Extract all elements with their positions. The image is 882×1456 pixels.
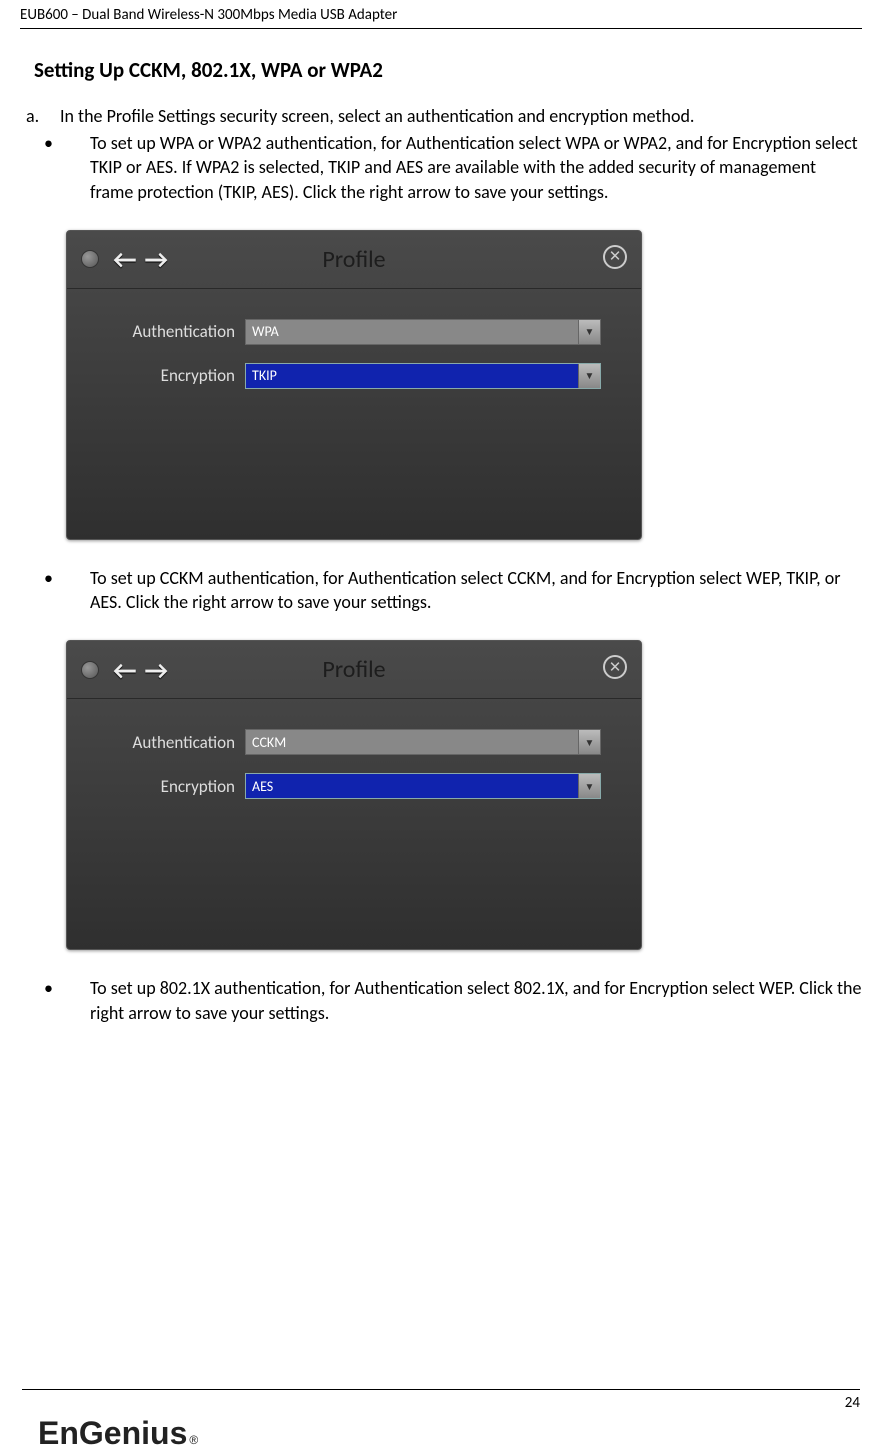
close-icon[interactable]: ✕ [603, 655, 627, 679]
form-area: Authentication CCKM ▼ Encryption AES ▼ [67, 699, 641, 799]
titlebar: ← → Profile ✕ [67, 231, 641, 289]
auth-dropdown[interactable]: CCKM ▼ [245, 729, 601, 755]
bullet-dot [44, 976, 90, 1025]
section-title: Setting Up CCKM, 802.1X, WPA or WPA2 [34, 57, 862, 83]
auth-label: Authentication [97, 321, 245, 342]
record-icon[interactable] [81, 250, 99, 268]
list-marker-a: a. [26, 105, 60, 127]
enc-dropdown[interactable]: TKIP ▼ [245, 363, 601, 389]
bullet-text: To set up 802.1X authentication, for Aut… [90, 976, 862, 1025]
auth-row: Authentication CCKM ▼ [97, 729, 601, 755]
engenius-logo: EnGenius® [38, 1415, 198, 1452]
content-area: a. In the Profile Settings security scre… [20, 105, 862, 1025]
enc-value: TKIP [252, 367, 277, 384]
list-item-a: a. In the Profile Settings security scre… [20, 105, 862, 127]
enc-dropdown[interactable]: AES ▼ [245, 773, 601, 799]
back-arrow-icon[interactable]: ← [113, 654, 137, 686]
bullet-wpa: To set up WPA or WPA2 authentication, fo… [20, 131, 862, 204]
enc-label: Encryption [97, 776, 245, 797]
forward-arrow-icon[interactable]: → [145, 654, 169, 686]
logo-part2: Genius [79, 1415, 187, 1452]
record-icon[interactable] [81, 661, 99, 679]
auth-dropdown[interactable]: WPA ▼ [245, 319, 601, 345]
enc-row: Encryption AES ▼ [97, 773, 601, 799]
close-icon[interactable]: ✕ [603, 245, 627, 269]
bullet-dot [44, 131, 90, 204]
logo-part1: En [38, 1415, 79, 1452]
auth-value: CCKM [252, 734, 286, 751]
titlebar: ← → Profile ✕ [67, 641, 641, 699]
bullet-cckm: To set up CCKM authentication, for Authe… [20, 566, 862, 615]
document-header: EUB600 – Dual Band Wireless-N 300Mbps Me… [20, 0, 862, 29]
profile-screenshot-cckm: ← → Profile ✕ Authentication CCKM ▼ Encr… [66, 640, 642, 950]
enc-row: Encryption TKIP ▼ [97, 363, 601, 389]
form-area: Authentication WPA ▼ Encryption TKIP ▼ [67, 289, 641, 389]
chevron-down-icon[interactable]: ▼ [578, 364, 600, 388]
auth-value: WPA [252, 323, 279, 340]
page-number: 24 [22, 1389, 860, 1412]
auth-row: Authentication WPA ▼ [97, 319, 601, 345]
enc-label: Encryption [97, 365, 245, 386]
bullet-dot [44, 566, 90, 615]
bullet-text: To set up CCKM authentication, for Authe… [90, 566, 862, 615]
forward-arrow-icon[interactable]: → [145, 243, 169, 275]
logo-reg: ® [189, 1433, 198, 1447]
enc-value: AES [252, 778, 273, 795]
chevron-down-icon[interactable]: ▼ [578, 774, 600, 798]
auth-label: Authentication [97, 732, 245, 753]
back-arrow-icon[interactable]: ← [113, 243, 137, 275]
chevron-down-icon[interactable]: ▼ [578, 730, 600, 754]
list-text-a: In the Profile Settings security screen,… [60, 105, 862, 127]
chevron-down-icon[interactable]: ▼ [578, 320, 600, 344]
profile-screenshot-wpa: ← → Profile ✕ Authentication WPA ▼ Encry… [66, 230, 642, 540]
bullet-8021x: To set up 802.1X authentication, for Aut… [20, 976, 862, 1025]
bullet-text: To set up WPA or WPA2 authentication, fo… [90, 131, 862, 204]
